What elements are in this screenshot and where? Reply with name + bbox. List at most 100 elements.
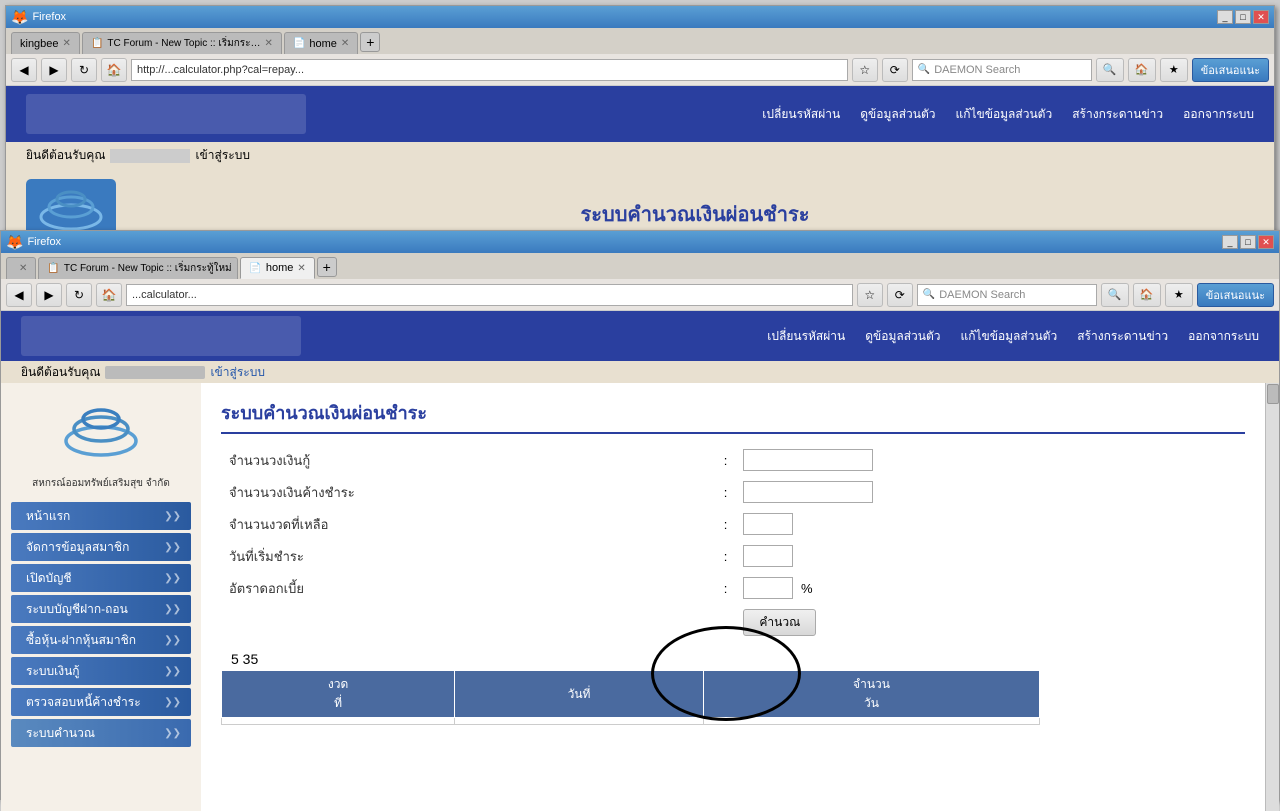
result-area: 5 35 งวด ที่ วันที่ จำนวน วัน [221, 651, 1245, 725]
minimize-btn-bottom[interactable]: _ [1222, 235, 1238, 249]
refresh-btn-top[interactable]: ⟳ [882, 58, 908, 82]
nav-edit-top[interactable]: แก้ไขข้อมูลส่วนตัว [956, 105, 1053, 124]
tab-first-bottom[interactable]: ✕ [6, 257, 36, 279]
sidebar-logo [56, 398, 146, 468]
input-loan-amount[interactable] [743, 449, 873, 471]
percent-unit: % [801, 581, 813, 596]
home-nav-btn-top[interactable]: 🏠 [1128, 58, 1156, 82]
tab-forum-top[interactable]: 📋 TC Forum - New Topic :: เริ่มกระทู้ใหม… [82, 32, 282, 54]
tab-close-forum-bottom[interactable]: ✕ [236, 263, 239, 274]
sidebar-item-account[interactable]: เปิดบัญชี [11, 564, 191, 592]
suggest-btn-top[interactable]: ข้อเสนอแนะ [1192, 58, 1269, 82]
sidebar: สหกรณ์ออมทรัพย์เสริมสุข จำกัด หน้าแรก จั… [1, 383, 201, 811]
scroll-thumb[interactable] [1267, 384, 1279, 404]
sidebar-item-calculate[interactable]: ระบบคำนวณ [11, 719, 191, 747]
label-remaining: จำนวนงวดที่เหลือ [221, 508, 716, 540]
address-bar-bottom[interactable]: ...calculator... [126, 284, 853, 306]
home-nav-btn-bottom[interactable]: 🏠 [1133, 283, 1161, 307]
tab-forum-bottom[interactable]: 📋 TC Forum - New Topic :: เริ่มกระทู้ใหม… [38, 257, 238, 279]
table-row-1 [222, 718, 1040, 725]
company-name: สหกรณ์ออมทรัพย์เสริมสุข จำกัด [32, 476, 170, 491]
restore-btn-top[interactable]: □ [1235, 10, 1251, 24]
site-nav-bottom: เปลี่ยนรหัสผ่าน ดูข้อมูลส่วนตัว แก้ไขข้อ… [767, 327, 1259, 346]
site-header-bottom: เปลี่ยนรหัสผ่าน ดูข้อมูลส่วนตัว แก้ไขข้อ… [1, 311, 1279, 361]
search-go-btn-bottom[interactable]: 🔍 [1101, 283, 1129, 307]
section-title: ระบบคำนวณเงินผ่อนชำระ [221, 398, 1245, 434]
back-btn-bottom[interactable]: ◀ [6, 283, 32, 307]
close-btn-bottom[interactable]: ✕ [1258, 235, 1274, 249]
sidebar-item-savings[interactable]: ระบบบัญชีฝาก-ถอน [11, 595, 191, 623]
home-btn-bottom[interactable]: 🏠 [96, 283, 122, 307]
forward-btn-bottom[interactable]: ▶ [36, 283, 62, 307]
search-box-bottom[interactable]: 🔍 DAEMON Search [917, 284, 1097, 306]
reload-btn-top[interactable]: ↻ [71, 58, 97, 82]
sidebar-item-check-debt[interactable]: ตรวจสอบหนี้ค้างชำระ [11, 688, 191, 716]
input-interest[interactable] [743, 577, 793, 599]
refresh-btn-bottom[interactable]: ⟳ [887, 283, 913, 307]
bookmark-btn-bottom[interactable]: ☆ [857, 283, 883, 307]
restore-btn-bottom[interactable]: □ [1240, 235, 1256, 249]
label-start-date: วันที่เริ่มชำระ [221, 540, 716, 572]
col-period: งวด ที่ [222, 671, 455, 718]
tab-close-forum-top[interactable]: ✕ [265, 38, 273, 49]
nav-bar-bottom: ◀ ▶ ↻ 🏠 ...calculator... ☆ ⟳ 🔍 DAEMON Se… [1, 279, 1279, 311]
window-controls-bottom: _ □ ✕ [1222, 235, 1274, 249]
tab-close-home-bottom[interactable]: ✕ [297, 263, 305, 274]
back-btn-top[interactable]: ◀ [11, 58, 37, 82]
minimize-btn-top[interactable]: _ [1217, 10, 1233, 24]
site-welcome-top: ยินดีต้อนรับคุณ เข้าสู่ระบบ [6, 142, 1274, 169]
nav-create-board-bottom[interactable]: สร้างกระดานข่าว [1077, 327, 1168, 346]
bookmark-btn-top[interactable]: ☆ [852, 58, 878, 82]
site-header-top: เปลี่ยนรหัสผ่าน ดูข้อมูลส่วนตัว แก้ไขข้อ… [6, 86, 1274, 142]
new-tab-btn-bottom[interactable]: + [317, 257, 337, 277]
tab-kingbee[interactable]: kingbee ✕ [11, 32, 80, 54]
site-logo-bottom [21, 316, 301, 356]
sidebar-item-members[interactable]: จัดการข้อมูลสมาชิก [11, 533, 191, 561]
nav-change-pass-bottom[interactable]: เปลี่ยนรหัสผ่าน [767, 327, 845, 346]
tab-home-top[interactable]: 📄 home ✕ [284, 32, 358, 54]
calculate-button[interactable]: คำนวณ [743, 609, 816, 636]
label-loan-amount: จำนวนวงเงินกู้ [221, 444, 716, 476]
home-btn-top[interactable]: 🏠 [101, 58, 127, 82]
label-outstanding: จำนวนวงเงินค้างชำระ [221, 476, 716, 508]
close-btn-top[interactable]: ✕ [1253, 10, 1269, 24]
main-content: ระบบคำนวณเงินผ่อนชำระ จำนวนวงเงินกู้ : จ… [201, 383, 1265, 811]
tab-close-home-top[interactable]: ✕ [341, 38, 349, 49]
scrollbar[interactable] [1265, 383, 1279, 811]
window-controls-top: _ □ ✕ [1217, 10, 1269, 24]
address-bar-top[interactable]: http://...calculator.php?cal=repay... [131, 59, 848, 81]
input-start-date[interactable] [743, 545, 793, 567]
input-outstanding[interactable] [743, 481, 873, 503]
tab-close-kingbee[interactable]: ✕ [63, 38, 71, 49]
tab-bar-bottom: ✕ 📋 TC Forum - New Topic :: เริ่มกระทู้ใ… [1, 253, 1279, 279]
bookmark-star-btn-top[interactable]: ★ [1160, 58, 1188, 82]
main-layout: สหกรณ์ออมทรัพย์เสริมสุข จำกัด หน้าแรก จั… [1, 383, 1279, 811]
site-logo-top [26, 94, 306, 134]
nav-create-board-top[interactable]: สร้างกระดานข่าว [1072, 105, 1163, 124]
search-go-btn-top[interactable]: 🔍 [1096, 58, 1124, 82]
suggest-btn-bottom[interactable]: ข้อเสนอแนะ [1197, 283, 1274, 307]
tab-close-first-bottom[interactable]: ✕ [19, 263, 27, 274]
browser-title-top: Firefox [32, 11, 1213, 23]
calculation-form: จำนวนวงเงินกู้ : จำนวนวงเงินค้างชำระ : จ… [221, 444, 1245, 641]
sidebar-item-loans[interactable]: ระบบเงินกู้ [11, 657, 191, 685]
title-bar-top: 🦊 Firefox _ □ ✕ [6, 6, 1274, 28]
nav-logout-bottom[interactable]: ออกจากระบบ [1188, 327, 1259, 346]
input-remaining[interactable] [743, 513, 793, 535]
reload-btn-bottom[interactable]: ↻ [66, 283, 92, 307]
new-tab-btn-top[interactable]: + [360, 32, 380, 52]
search-box-top[interactable]: 🔍 DAEMON Search [912, 59, 1092, 81]
nav-profile-top[interactable]: ดูข้อมูลส่วนตัว [860, 105, 935, 124]
tab-home-bottom[interactable]: 📄 home ✕ [240, 257, 314, 279]
bookmark-star-btn-bottom[interactable]: ★ [1165, 283, 1193, 307]
nav-logout-top[interactable]: ออกจากระบบ [1183, 105, 1254, 124]
sidebar-item-home[interactable]: หน้าแรก [11, 502, 191, 530]
nav-edit-bottom[interactable]: แก้ไขข้อมูลส่วนตัว [961, 327, 1058, 346]
browser-title-bottom: Firefox [27, 236, 1218, 248]
site-welcome-bottom: ยินดีต้อนรับคุณ เข้าสู่ระบบ [1, 361, 1279, 383]
col-date: วันที่ [455, 671, 704, 718]
sidebar-item-shares[interactable]: ซื้อหุ้น-ฝากหุ้นสมาชิก [11, 626, 191, 654]
nav-profile-bottom[interactable]: ดูข้อมูลส่วนตัว [865, 327, 940, 346]
forward-btn-top[interactable]: ▶ [41, 58, 67, 82]
nav-change-pass-top[interactable]: เปลี่ยนรหัสผ่าน [762, 105, 840, 124]
